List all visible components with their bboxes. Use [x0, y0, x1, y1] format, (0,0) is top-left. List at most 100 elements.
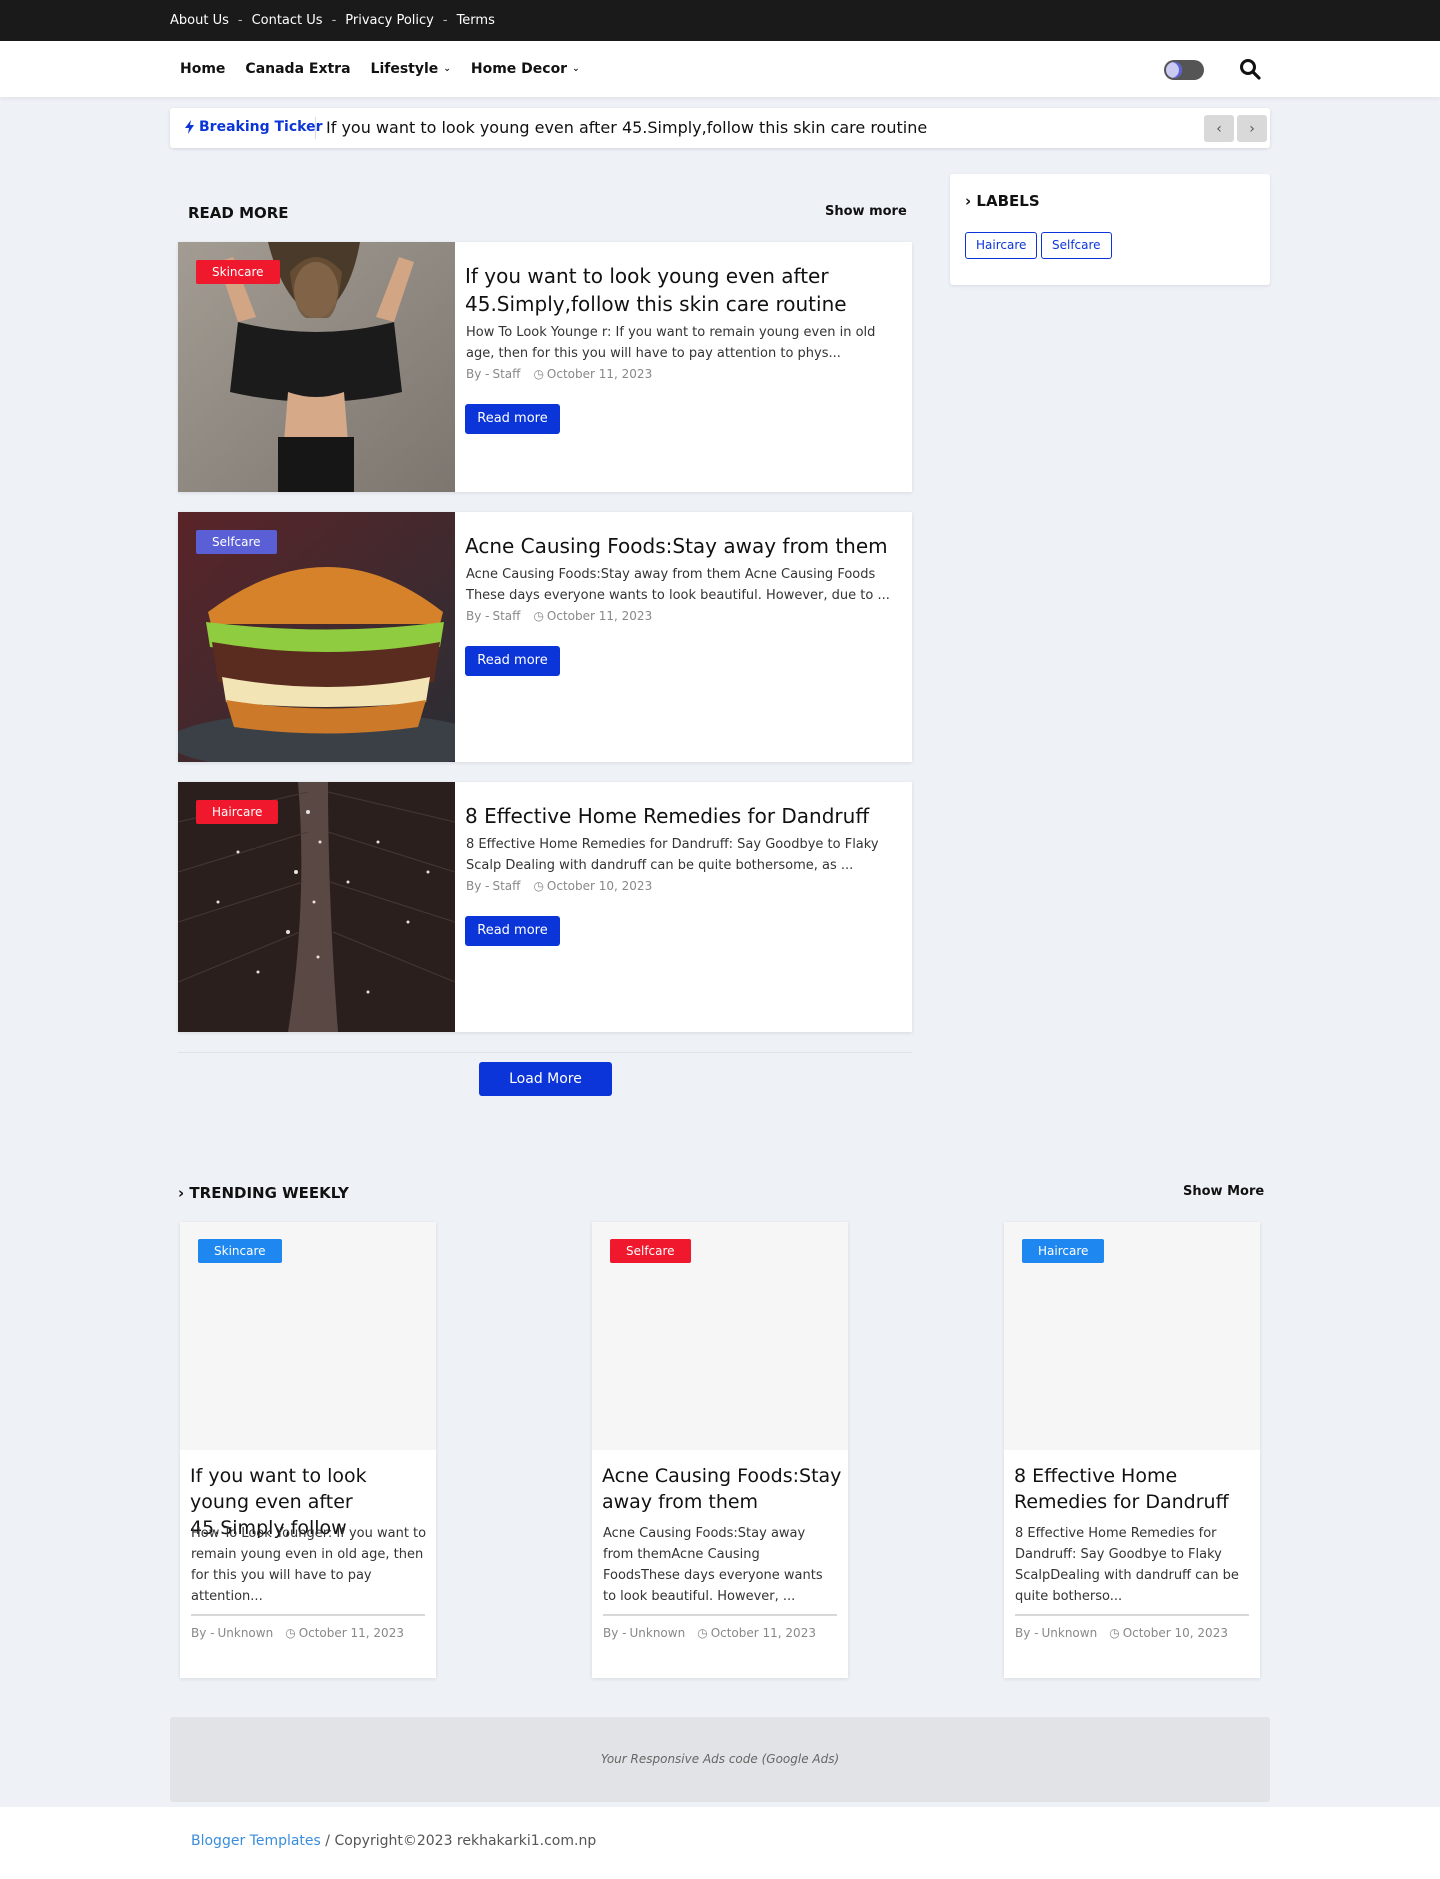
clock-icon: ◷: [533, 609, 544, 623]
nav-item-label: Canada Extra: [245, 61, 351, 77]
moon-toggle-icon: [1166, 62, 1182, 78]
post-title[interactable]: If you want to look young even after 45.…: [465, 262, 895, 318]
post-by-label: By -: [466, 609, 490, 623]
label-chip-selfcare[interactable]: Selfcare: [1041, 232, 1112, 259]
nav-item-label: Home Decor: [470, 61, 568, 77]
post-excerpt: 8 Effective Home Remedies for Dandruff: …: [466, 837, 879, 873]
ticker-prev-button[interactable]: ‹: [1204, 115, 1234, 142]
post-excerpt: How To Look Younge r: If you want to rem…: [466, 325, 876, 361]
trending-card-meta: By - Unknown ◷ October 10, 2023: [1015, 1626, 1228, 1640]
ticker-headline[interactable]: If you want to look young even after 45.…: [326, 118, 927, 137]
clock-icon: ◷: [1109, 1626, 1120, 1640]
separator: -: [331, 13, 337, 28]
post-meta: By - Staff ◷ October 10, 2023: [466, 879, 652, 893]
trending-show-more-link[interactable]: Show More: [1183, 1184, 1264, 1199]
dark-mode-toggle[interactable]: [1164, 60, 1204, 80]
trending-category-badge[interactable]: Skincare: [198, 1239, 282, 1263]
breaking-ticker: Breaking Ticker If you want to look youn…: [170, 108, 1270, 148]
nav-item-home-decor[interactable]: Home Decor ⌄: [471, 61, 580, 77]
top-bar: About Us - Contact Us - Privacy Policy -…: [0, 0, 1440, 41]
trending-category-badge[interactable]: Selfcare: [610, 1239, 691, 1263]
post-excerpt: Acne Causing Foods:Stay away from them A…: [466, 567, 890, 603]
trending-card-title[interactable]: Acne Causing Foods:Stay away from them: [602, 1463, 842, 1515]
top-link-about[interactable]: About Us: [170, 13, 229, 28]
trending-card-title[interactable]: 8 Effective Home Remedies for Dandruff: [1014, 1463, 1254, 1515]
nav-item-home[interactable]: Home: [180, 61, 225, 77]
post-category-badge[interactable]: Skincare: [196, 260, 280, 284]
read-more-show-more-link[interactable]: Show more: [825, 204, 907, 219]
clock-icon: ◷: [697, 1626, 708, 1640]
post-by-label: By -: [603, 1626, 627, 1640]
post-meta: By - Staff ◷ October 11, 2023: [466, 367, 652, 381]
post-date: October 11, 2023: [710, 1626, 816, 1640]
labels-heading-text: LABELS: [976, 192, 1040, 210]
post-category-badge[interactable]: Haircare: [196, 800, 279, 824]
footer: Blogger Templates / Copyright©2023 rekha…: [0, 1807, 1440, 1879]
post-author[interactable]: Unknown: [217, 1626, 273, 1640]
post-card: Haircare 8 Effective Home Remedies for D…: [178, 782, 912, 1032]
read-more-button[interactable]: Read more: [465, 916, 560, 946]
labels-heading: › LABELS: [965, 192, 1040, 210]
post-date: October 11, 2023: [546, 367, 653, 381]
post-thumbnail-burger[interactable]: Selfcare: [178, 512, 455, 762]
post-thumbnail-woman[interactable]: Skincare: [178, 242, 455, 492]
top-link-contact[interactable]: Contact Us: [252, 13, 323, 28]
chevron-right-icon: ›: [1249, 120, 1255, 137]
chevron-right-icon: ›: [965, 192, 972, 210]
divider: [603, 1614, 837, 1616]
nav-item-canada-extra[interactable]: Canada Extra: [245, 61, 350, 77]
read-more-button[interactable]: Read more: [465, 646, 560, 676]
post-author[interactable]: Unknown: [629, 1626, 685, 1640]
post-card: Skincare If you want to look young even …: [178, 242, 912, 492]
post-author[interactable]: Staff: [492, 367, 520, 381]
trending-card-excerpt: Acne Causing Foods:Stay away from themAc…: [603, 1526, 823, 1604]
main-navbar: Home Canada Extra Lifestyle ⌄ Home Decor ⌄: [0, 41, 1440, 97]
load-more-button[interactable]: Load More: [479, 1062, 612, 1096]
ticker-label-text: Breaking Ticker: [199, 119, 323, 135]
post-by-label: By -: [1015, 1626, 1039, 1640]
trending-card: Selfcare Acne Causing Foods:Stay away fr…: [592, 1222, 848, 1678]
post-date: October 10, 2023: [1122, 1626, 1228, 1640]
ticker-divider: [315, 117, 316, 139]
footer-blogger-templates-link[interactable]: Blogger Templates: [191, 1833, 321, 1849]
post-thumbnail-scalp[interactable]: Haircare: [178, 782, 455, 1032]
chevron-right-icon: ›: [178, 1184, 185, 1202]
post-by-label: By -: [466, 879, 490, 893]
ad-placeholder: Your Responsive Ads code (Google Ads): [170, 1717, 1270, 1802]
label-chip-haircare[interactable]: Haircare: [965, 232, 1038, 259]
ticker-next-button[interactable]: ›: [1237, 115, 1267, 142]
post-card: Selfcare Acne Causing Foods:Stay away fr…: [178, 512, 912, 762]
trending-card-excerpt: How To Look Younger: If you want to rema…: [191, 1526, 427, 1604]
post-by-label: By -: [466, 367, 490, 381]
chevron-left-icon: ‹: [1216, 120, 1222, 137]
footer-copyright: Blogger Templates / Copyright©2023 rekha…: [191, 1833, 596, 1849]
post-title[interactable]: Acne Causing Foods:Stay away from them: [465, 532, 895, 560]
trending-heading: › TRENDING WEEKLY: [178, 1184, 349, 1202]
chevron-down-icon: ⌄: [572, 64, 580, 74]
post-date: October 10, 2023: [546, 879, 653, 893]
separator: -: [442, 13, 448, 28]
trending-category-badge[interactable]: Haircare: [1022, 1239, 1105, 1263]
post-author[interactable]: Staff: [492, 879, 520, 893]
nav-item-label: Lifestyle: [370, 61, 439, 77]
nav-item-lifestyle[interactable]: Lifestyle ⌄: [371, 61, 451, 77]
post-author[interactable]: Unknown: [1041, 1626, 1097, 1640]
read-more-button[interactable]: Read more: [465, 404, 560, 434]
trending-card: Haircare 8 Effective Home Remedies for D…: [1004, 1222, 1260, 1678]
footer-copyright-text: / Copyright©2023 rekhakarki1.com.np: [320, 1833, 597, 1849]
trending-card-excerpt: 8 Effective Home Remedies for Dandruff: …: [1015, 1526, 1239, 1604]
ticker-label: Breaking Ticker: [185, 119, 322, 135]
separator: -: [237, 13, 243, 28]
top-link-privacy[interactable]: Privacy Policy: [345, 13, 434, 28]
post-title[interactable]: 8 Effective Home Remedies for Dandruff: [465, 802, 895, 830]
nav-item-label: Home: [180, 61, 226, 77]
post-by-label: By -: [191, 1626, 215, 1640]
trending-card: Skincare If you want to look young even …: [180, 1222, 436, 1678]
search-button[interactable]: [1238, 57, 1262, 81]
post-author[interactable]: Staff: [492, 609, 520, 623]
chevron-down-icon: ⌄: [443, 64, 451, 74]
post-category-badge[interactable]: Selfcare: [196, 530, 277, 554]
trending-card-meta: By - Unknown ◷ October 11, 2023: [603, 1626, 816, 1640]
main-menu: Home Canada Extra Lifestyle ⌄ Home Decor ⌄: [180, 41, 600, 97]
top-link-terms[interactable]: Terms: [457, 13, 495, 28]
